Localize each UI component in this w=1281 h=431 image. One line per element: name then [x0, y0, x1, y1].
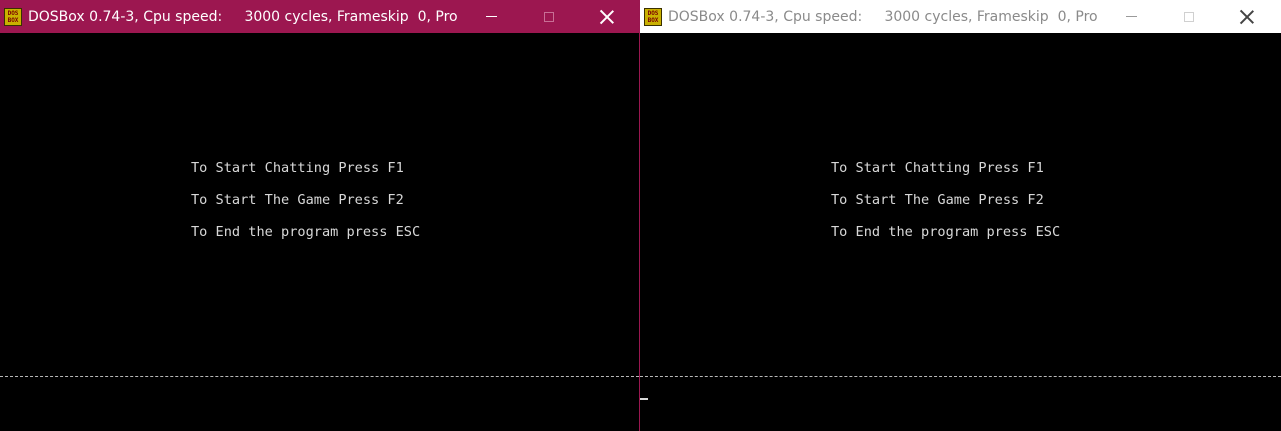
menu-line-exit: To End the program press ESC	[191, 224, 421, 240]
separator-line	[0, 376, 639, 377]
separator-line	[640, 376, 1281, 377]
icon-text-top: DOS	[647, 9, 659, 17]
menu-line-exit: To End the program press ESC	[831, 224, 1061, 240]
minimize-button[interactable]	[468, 0, 514, 33]
icon-text-top: DOS	[7, 9, 19, 17]
window-title: DOSBox 0.74-3, Cpu speed: 3000 cycles, F…	[28, 8, 458, 25]
close-button[interactable]	[1224, 0, 1270, 33]
close-icon	[1240, 10, 1254, 24]
menu-line-chat: To Start Chatting Press F1	[191, 160, 404, 176]
close-button[interactable]	[584, 0, 630, 33]
maximize-icon	[544, 11, 554, 22]
icon-text-bottom: BOX	[7, 16, 19, 24]
window-title: DOSBox 0.74-3, Cpu speed: 3000 cycles, F…	[668, 8, 1098, 25]
close-icon	[600, 10, 614, 24]
menu-line-game: To Start The Game Press F2	[831, 192, 1044, 208]
menu-line-game: To Start The Game Press F2	[191, 192, 404, 208]
maximize-button[interactable]	[526, 0, 572, 33]
dosbox-icon[interactable]: DOS BOX	[644, 7, 662, 26]
minimize-button[interactable]	[1108, 0, 1154, 33]
minimize-icon	[1125, 16, 1137, 17]
title-bar[interactable]: DOS BOX DOSBox 0.74-3, Cpu speed: 3000 c…	[0, 0, 639, 33]
maximize-icon	[1184, 11, 1194, 22]
title-bar[interactable]: DOS BOX DOSBox 0.74-3, Cpu speed: 3000 c…	[640, 0, 1281, 33]
icon-text-bottom: BOX	[647, 16, 659, 24]
dosbox-icon[interactable]: DOS BOX	[4, 7, 22, 26]
menu-line-chat: To Start Chatting Press F1	[831, 160, 1044, 176]
dosbox-window-left[interactable]: DOS BOX DOSBox 0.74-3, Cpu speed: 3000 c…	[0, 0, 640, 431]
maximize-button[interactable]	[1166, 0, 1212, 33]
minimize-icon	[485, 16, 497, 17]
text-cursor	[640, 398, 648, 400]
dosbox-window-right[interactable]: DOS BOX DOSBox 0.74-3, Cpu speed: 3000 c…	[640, 0, 1281, 431]
